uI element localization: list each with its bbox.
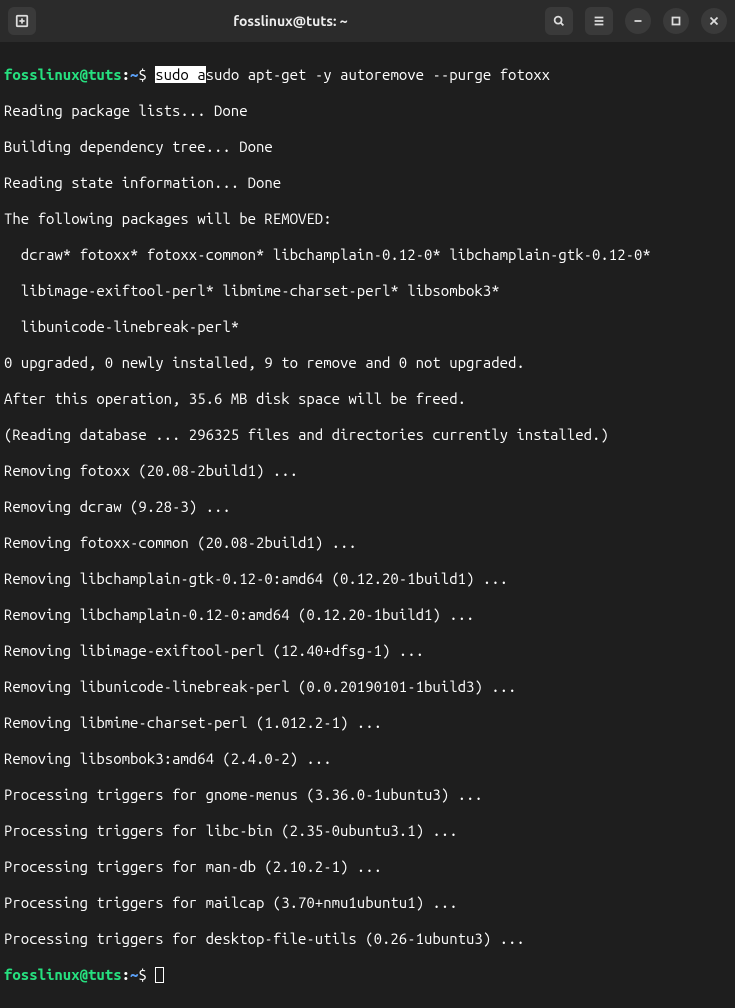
output-line: Removing libsombok3:amd64 (2.4.0-2) ... xyxy=(4,750,731,768)
output-line: Removing dcraw (9.28-3) ... xyxy=(4,498,731,516)
new-tab-button[interactable] xyxy=(8,7,36,35)
output-line: libimage-exiftool-perl* libmime-charset-… xyxy=(4,282,731,300)
maximize-button[interactable] xyxy=(663,8,689,34)
titlebar: fosslinux@tuts: ~ xyxy=(0,0,735,42)
output-line: 0 upgraded, 0 newly installed, 9 to remo… xyxy=(4,354,731,372)
prompt-line: fosslinux@tuts:~$ xyxy=(4,966,731,984)
output-line: Removing libimage-exiftool-perl (12.40+d… xyxy=(4,642,731,660)
cursor xyxy=(155,967,164,983)
output-line: Removing libchamplain-gtk-0.12-0:amd64 (… xyxy=(4,570,731,588)
prompt-sep: : xyxy=(122,66,130,83)
output-line: The following packages will be REMOVED: xyxy=(4,210,731,228)
output-line: Processing triggers for libc-bin (2.35-0… xyxy=(4,822,731,840)
output-line: Processing triggers for mailcap (3.70+nm… xyxy=(4,894,731,912)
output-line: dcraw* fotoxx* fotoxx-common* libchampla… xyxy=(4,246,731,264)
minimize-button[interactable] xyxy=(625,8,651,34)
output-line: Building dependency tree... Done xyxy=(4,138,731,156)
output-line: Reading package lists... Done xyxy=(4,102,731,120)
command-line: fosslinux@tuts:~$ sudo asudo apt-get -y … xyxy=(4,66,731,84)
prompt-sep: : xyxy=(122,966,130,983)
output-line: Processing triggers for desktop-file-uti… xyxy=(4,930,731,948)
output-line: Removing fotoxx (20.08-2build1) ... xyxy=(4,462,731,480)
output-line: After this operation, 35.6 MB disk space… xyxy=(4,390,731,408)
output-line: Processing triggers for gnome-menus (3.3… xyxy=(4,786,731,804)
output-line: Removing fotoxx-common (20.08-2build1) .… xyxy=(4,534,731,552)
output-line: libunicode-linebreak-perl* xyxy=(4,318,731,336)
output-line: Removing libchamplain-0.12-0:amd64 (0.12… xyxy=(4,606,731,624)
output-line: Processing triggers for man-db (2.10.2-1… xyxy=(4,858,731,876)
output-line: Reading state information... Done xyxy=(4,174,731,192)
output-line: Removing libmime-charset-perl (1.012.2-1… xyxy=(4,714,731,732)
prompt-user: fosslinux@tuts xyxy=(4,966,122,983)
command-highlighted: sudo a xyxy=(155,66,205,83)
window-title: fosslinux@tuts: ~ xyxy=(44,13,537,29)
search-button[interactable] xyxy=(545,7,573,35)
close-button[interactable] xyxy=(701,8,727,34)
terminal-output[interactable]: fosslinux@tuts:~$ sudo asudo apt-get -y … xyxy=(0,42,735,1008)
output-line: (Reading database ... 296325 files and d… xyxy=(4,426,731,444)
menu-button[interactable] xyxy=(585,7,613,35)
output-line: Removing libunicode-linebreak-perl (0.0.… xyxy=(4,678,731,696)
prompt-path: ~ xyxy=(130,966,138,983)
prompt-dollar: $ xyxy=(138,66,146,83)
command-rest: sudo apt-get -y autoremove --purge fotox… xyxy=(206,66,550,83)
prompt-user: fosslinux@tuts xyxy=(4,66,122,83)
prompt-dollar: $ xyxy=(138,966,146,983)
